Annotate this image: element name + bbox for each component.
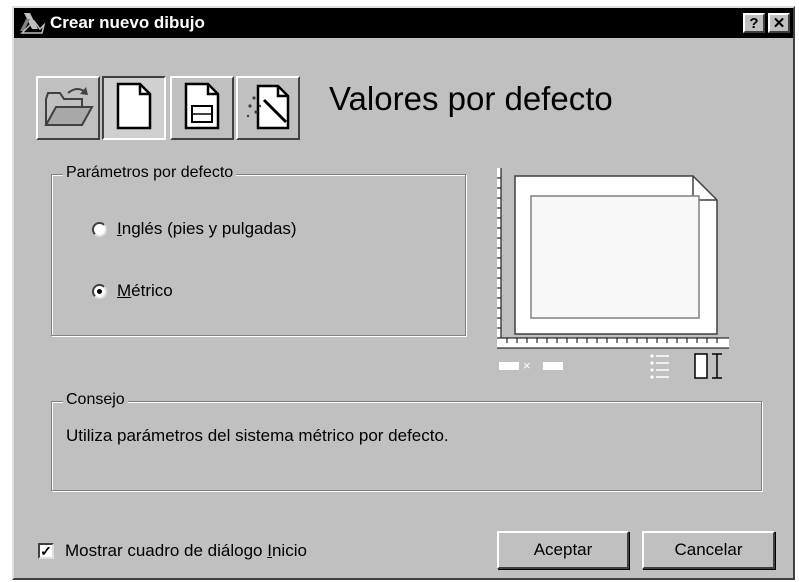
show-startup-dialog-label: Mostrar cuadro de diálogo Inicio (65, 541, 307, 560)
drawing-preview: × (497, 168, 729, 383)
title-bar: Crear nuevo dibujo ? ✕ (14, 8, 793, 38)
autocad-app-icon (18, 10, 48, 36)
hint-text: Utiliza parámetros del sistema métrico p… (66, 426, 449, 445)
template-page-icon (182, 82, 222, 135)
use-wizard-button[interactable] (236, 76, 300, 140)
radio-checked-icon (92, 283, 107, 299)
open-drawing-button[interactable] (36, 76, 100, 140)
open-folder-icon (42, 83, 94, 134)
start-from-scratch-button[interactable] (102, 76, 166, 140)
defaults-group-legend: Parámetros por defecto (63, 164, 237, 182)
defaults-groupbox: Parámetros por defecto Inglés (pies y pu… (51, 164, 466, 336)
hint-group-legend: Consejo (63, 391, 128, 409)
list-icon (650, 354, 669, 379)
english-units-label: Inglés (pies y pulgadas) (117, 219, 297, 238)
ok-button[interactable]: Aceptar (497, 531, 629, 569)
blank-page-icon (114, 82, 154, 135)
height-icon (694, 353, 722, 379)
use-template-button[interactable] (170, 76, 234, 140)
dimensions-icon (499, 362, 563, 370)
radio-unchecked-icon (92, 221, 107, 237)
create-drawing-dialog: Crear nuevo dibujo ? ✕ Valores por defec… (12, 6, 795, 580)
english-units-radio[interactable]: Inglés (pies y pulgadas) (92, 219, 297, 239)
checkbox-checked-icon: ✓ (38, 543, 54, 559)
dimension-separator: × (523, 358, 531, 373)
metric-units-radio[interactable]: Métrico (92, 281, 173, 301)
close-button[interactable]: ✕ (768, 13, 790, 33)
wizard-icon (244, 82, 292, 135)
hint-groupbox: Consejo Utiliza parámetros del sistema m… (51, 391, 762, 491)
window-title: Crear nuevo dibujo (50, 13, 205, 32)
sheet-preview-icon (497, 168, 729, 379)
show-startup-dialog-checkbox[interactable]: ✓ Mostrar cuadro de diálogo Inicio (38, 541, 307, 561)
help-button[interactable]: ? (743, 13, 765, 33)
cancel-button[interactable]: Cancelar (642, 531, 775, 569)
page-title: Valores por defecto (329, 80, 613, 117)
metric-units-label: Métrico (117, 281, 173, 300)
